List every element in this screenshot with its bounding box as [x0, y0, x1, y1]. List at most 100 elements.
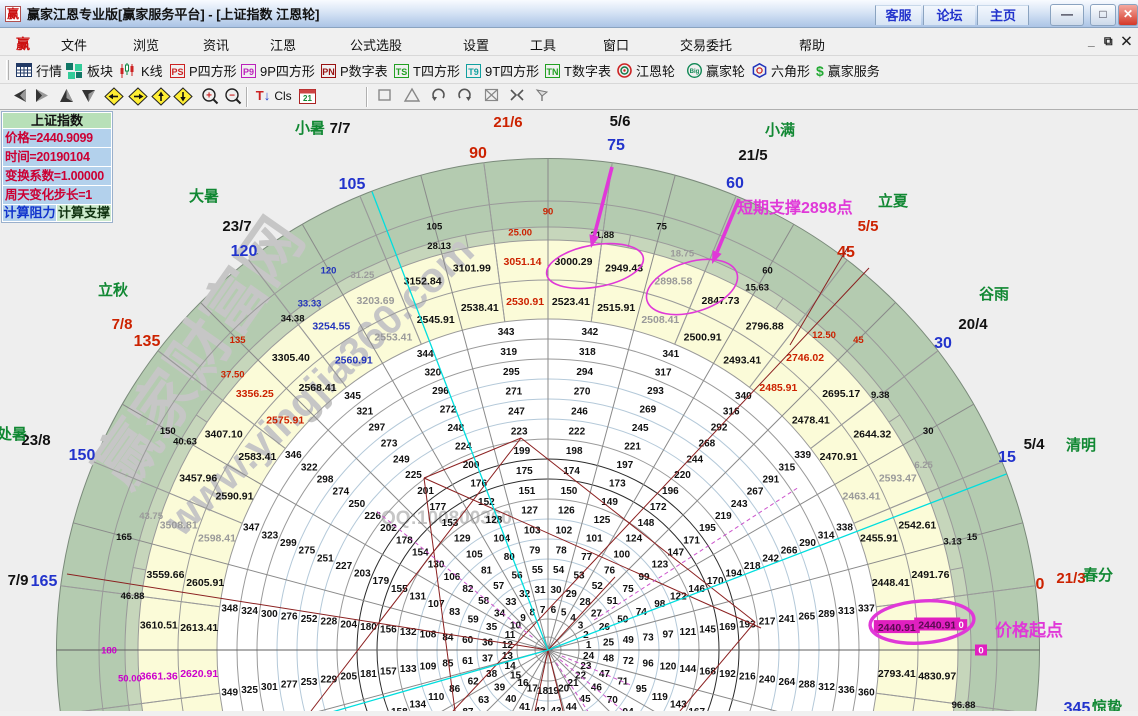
- svg-text:174: 174: [563, 466, 580, 477]
- svg-text:小暑: 小暑: [295, 119, 325, 137]
- svg-text:27: 27: [591, 608, 603, 619]
- svg-text:171: 171: [683, 535, 700, 546]
- svg-text:7/8: 7/8: [112, 316, 133, 333]
- svg-text:276: 276: [281, 611, 298, 622]
- svg-text:95: 95: [636, 684, 648, 695]
- svg-text:小满: 小满: [765, 121, 795, 139]
- svg-text:2485.91: 2485.91: [759, 382, 797, 394]
- svg-text:198: 198: [566, 446, 583, 457]
- svg-text:2530.91: 2530.91: [506, 296, 544, 308]
- svg-text:60: 60: [726, 175, 744, 192]
- svg-text:75: 75: [656, 222, 667, 233]
- svg-text:短期支撑2898点: 短期支撑2898点: [737, 198, 853, 217]
- svg-text:2620.91: 2620.91: [180, 668, 218, 680]
- svg-text:4830.97: 4830.97: [918, 671, 956, 683]
- svg-text:104: 104: [493, 534, 510, 545]
- svg-text:107: 107: [428, 599, 445, 610]
- svg-text:72: 72: [623, 656, 635, 667]
- svg-text:87: 87: [462, 707, 474, 711]
- svg-text:2440.91: 2440.91: [878, 622, 916, 634]
- svg-text:120: 120: [231, 243, 258, 260]
- svg-text:78: 78: [556, 545, 568, 556]
- svg-text:322: 322: [301, 462, 318, 473]
- svg-text:15: 15: [967, 532, 978, 543]
- svg-text:3661.36: 3661.36: [140, 671, 178, 683]
- svg-text:3000.29: 3000.29: [555, 256, 593, 268]
- svg-text:5/6: 5/6: [610, 113, 631, 130]
- svg-text:96: 96: [643, 659, 655, 670]
- svg-text:2746.02: 2746.02: [786, 352, 824, 364]
- svg-text:7/9: 7/9: [8, 572, 29, 589]
- svg-text:55: 55: [532, 565, 544, 576]
- svg-text:179: 179: [372, 576, 389, 587]
- svg-text:131: 131: [409, 592, 426, 603]
- svg-text:2448.41: 2448.41: [872, 577, 910, 589]
- svg-text:谷雨: 谷雨: [979, 286, 1009, 303]
- svg-text:300: 300: [261, 609, 278, 620]
- svg-text:144: 144: [679, 664, 696, 675]
- svg-text:133: 133: [400, 664, 417, 675]
- svg-text:253: 253: [301, 677, 318, 688]
- svg-text:228: 228: [321, 617, 338, 628]
- svg-text:5/4: 5/4: [1024, 436, 1046, 453]
- svg-text:47: 47: [599, 669, 611, 680]
- svg-text:165: 165: [116, 532, 133, 543]
- svg-text:148: 148: [638, 518, 655, 529]
- svg-text:2493.41: 2493.41: [723, 354, 761, 366]
- svg-text:205: 205: [340, 672, 357, 683]
- svg-text:2613.41: 2613.41: [180, 622, 218, 634]
- svg-text:336: 336: [838, 685, 855, 696]
- svg-text:0: 0: [1036, 576, 1045, 593]
- svg-text:94: 94: [623, 707, 635, 711]
- svg-text:3: 3: [578, 621, 584, 632]
- svg-text:57: 57: [493, 581, 505, 592]
- svg-text:30: 30: [550, 585, 562, 596]
- svg-text:120: 120: [321, 265, 337, 276]
- svg-text:3254.55: 3254.55: [312, 321, 350, 333]
- svg-text:立夏: 立夏: [878, 192, 909, 210]
- svg-text:2538.41: 2538.41: [461, 302, 499, 314]
- svg-text:313: 313: [838, 606, 855, 617]
- svg-text:83: 83: [449, 607, 461, 618]
- svg-text:298: 298: [317, 474, 334, 485]
- svg-text:277: 277: [281, 680, 298, 691]
- svg-text:125: 125: [594, 515, 611, 526]
- svg-text:324: 324: [241, 606, 258, 617]
- svg-text:21/6: 21/6: [493, 114, 522, 131]
- svg-text:90: 90: [469, 145, 487, 162]
- svg-text:9.38: 9.38: [871, 390, 890, 401]
- svg-text:249: 249: [393, 454, 410, 465]
- svg-text:2568.41: 2568.41: [299, 382, 337, 394]
- svg-text:291: 291: [763, 474, 780, 485]
- svg-text:344: 344: [417, 349, 434, 360]
- svg-text:109: 109: [420, 661, 437, 672]
- svg-text:价格起点: 价格起点: [995, 620, 1063, 640]
- svg-text:2500.91: 2500.91: [684, 332, 722, 344]
- svg-text:3101.99: 3101.99: [453, 263, 491, 275]
- svg-text:6.25: 6.25: [914, 460, 933, 471]
- svg-text:247: 247: [508, 407, 525, 418]
- svg-text:100: 100: [613, 550, 630, 561]
- svg-text:15.63: 15.63: [745, 283, 769, 294]
- svg-text:338: 338: [836, 523, 853, 534]
- svg-text:21/3: 21/3: [1056, 570, 1085, 587]
- svg-text:192: 192: [719, 669, 736, 680]
- svg-text:168: 168: [699, 667, 716, 678]
- svg-text:2590.91: 2590.91: [216, 490, 254, 502]
- svg-text:81: 81: [481, 565, 493, 576]
- svg-text:21/5: 21/5: [738, 147, 767, 164]
- svg-text:345: 345: [344, 391, 361, 402]
- svg-text:36: 36: [482, 638, 494, 649]
- svg-text:清明: 清明: [1066, 436, 1096, 454]
- svg-text:75: 75: [607, 137, 625, 154]
- svg-text:135: 135: [230, 335, 247, 346]
- svg-text:295: 295: [503, 367, 520, 378]
- svg-text:2553.41: 2553.41: [374, 332, 412, 344]
- svg-text:7/7: 7/7: [330, 120, 351, 137]
- svg-text:96.88: 96.88: [952, 700, 976, 711]
- svg-text:124: 124: [625, 534, 642, 545]
- svg-text:2508.41: 2508.41: [641, 314, 679, 326]
- svg-text:2455.91: 2455.91: [860, 533, 898, 545]
- svg-text:180: 180: [101, 646, 117, 657]
- svg-text:23: 23: [580, 661, 592, 672]
